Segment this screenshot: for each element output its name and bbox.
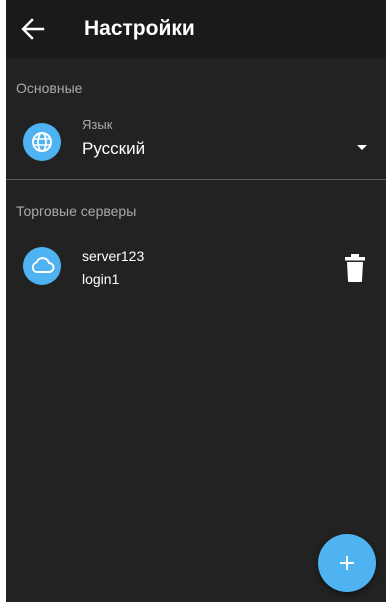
server-name: server123	[82, 248, 145, 264]
section-label-servers: Торговые серверы	[16, 203, 137, 219]
arrow-left-icon	[21, 18, 45, 40]
page-title: Настройки	[84, 17, 195, 40]
delete-server-button[interactable]	[342, 252, 368, 284]
server-icon-circle	[23, 247, 61, 285]
language-icon-circle	[23, 123, 61, 161]
dropdown-triangle-icon	[357, 145, 367, 150]
settings-screen: Настройки Основные Язык Русский Торговые…	[6, 0, 386, 602]
add-server-button[interactable]	[318, 534, 376, 592]
section-divider	[6, 179, 386, 180]
plus-icon	[340, 556, 354, 570]
globe-icon	[32, 132, 52, 152]
app-bar: Настройки	[6, 0, 386, 58]
language-select-value[interactable]: Русский	[82, 139, 145, 159]
server-login: login1	[82, 271, 120, 287]
language-dropdown-button[interactable]	[352, 140, 372, 154]
cloud-icon	[31, 257, 55, 273]
section-label-general: Основные	[16, 80, 83, 96]
trash-icon	[345, 254, 365, 282]
back-button[interactable]	[18, 14, 48, 44]
language-caption: Язык	[82, 117, 113, 132]
